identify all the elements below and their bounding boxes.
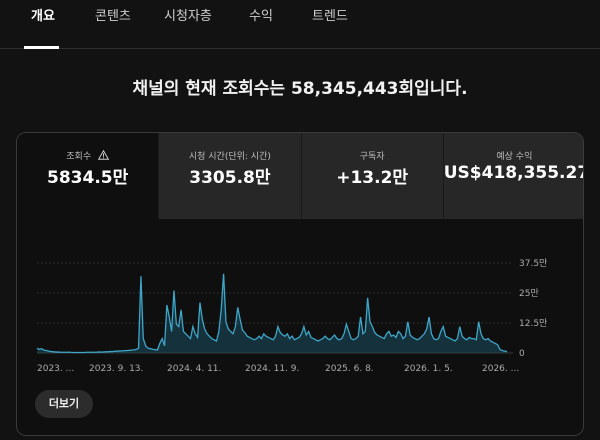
y-tick-label: 25만 [519,288,539,299]
metric-tabs: 조회수 5834.5만 시청 시간(단위: 시간) 3305.8만 구독자 +1… [17,133,584,219]
y-tick-label: 12.5만 [519,318,547,329]
metric-value: +13.2만 [336,168,409,188]
warning-icon[interactable] [97,149,110,163]
metric-value: US$418,355.27 [443,163,584,183]
more-button[interactable]: 더보기 [35,390,93,418]
x-tick-label: 2026. ... [482,364,519,374]
x-tick-label: 2023. 9. 13. [89,364,143,374]
x-tick-label: 2026. 1. 5. [404,364,453,374]
overview-card: 조회수 5834.5만 시청 시간(단위: 시간) 3305.8만 구독자 +1… [16,132,584,436]
metric-label: 조회수 [66,152,92,162]
page-title: 채널의 현재 조회수는 58,345,443회입니다. [132,79,468,99]
y-tick-label: 37.5만 [519,258,547,269]
x-tick-label: 2024. 11. 9. [245,364,299,374]
x-tick-label: 2024. 4. 11. [167,364,221,374]
x-tick-label: 2023. ... [37,364,74,374]
series-area-fill [37,273,507,353]
chart-x-ticks: 2023. ... 2023. 9. 13. 2024. 4. 11. 2024. 1… [37,364,519,374]
tab-trends[interactable]: 트렌드 [312,0,348,35]
tab-audience[interactable]: 시청자층 [164,0,212,35]
metric-views[interactable]: 조회수 5834.5만 [17,133,159,219]
tab-bar: 개요 콘텐츠 시청자층 수익 트렌드 [0,0,600,49]
metric-watch-time[interactable]: 시청 시간(단위: 시간) 3305.8만 [158,133,301,219]
tab-overview[interactable]: 개요 [31,0,55,35]
active-tab-indicator [24,46,59,49]
tab-content[interactable]: 콘텐츠 [95,0,131,35]
y-tick-label: 0 [519,349,525,359]
chart-y-ticks: 0 12.5만 25만 37.5만 [519,258,547,359]
x-tick-label: 2025. 6. 8. [325,364,374,374]
metric-label: 시청 시간(단위: 시간) [188,152,271,162]
metric-estimated-revenue[interactable]: 예상 수익 US$418,355.27 [442,133,584,219]
metric-value: 3305.8만 [189,168,271,188]
metric-value: 5834.5만 [47,168,129,188]
metric-views-label-row: 조회수 [17,149,158,163]
tab-revenue[interactable]: 수익 [249,0,273,35]
chart-area [36,273,508,354]
views-line-chart[interactable]: 0 12.5만 25만 37.5만 2023. ... 2023. 9. 13. 2024… [17,219,584,379]
metric-label: 구독자 [359,152,385,162]
metric-subscribers[interactable]: 구독자 +13.2만 [300,133,443,219]
metric-label: 예상 수익 [496,152,533,162]
